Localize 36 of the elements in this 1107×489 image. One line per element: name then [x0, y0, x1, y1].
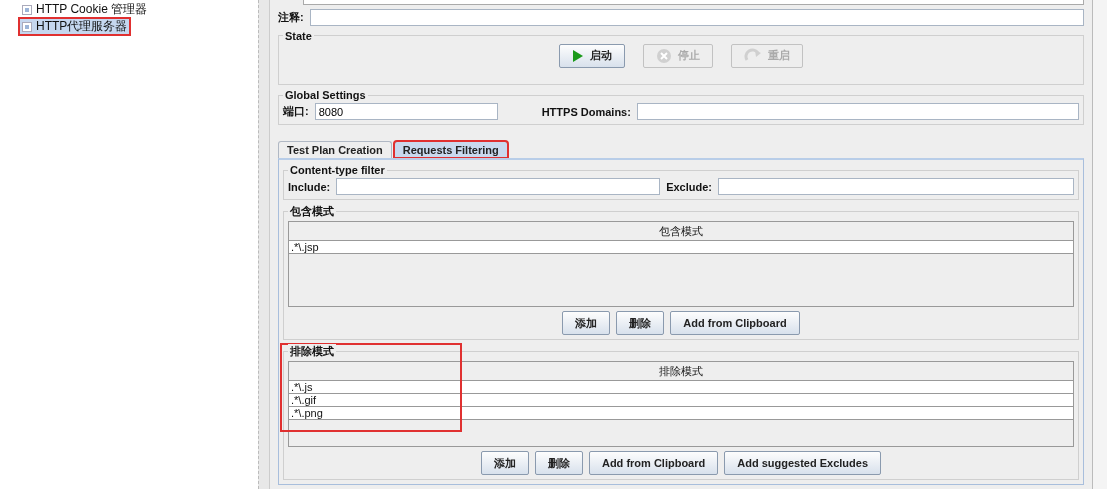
node-icon — [22, 4, 32, 15]
port-label: 端口: — [283, 104, 309, 119]
panel-title: Content-type filter — [288, 164, 387, 176]
action-button[interactable]: 删除 — [534, 451, 583, 475]
tab[interactable]: Requests Filtering — [393, 141, 508, 158]
table-cell: .*\.jsp — [289, 241, 1073, 254]
action-button[interactable]: Add suggested Excludes — [724, 451, 882, 475]
node-icon — [22, 21, 32, 32]
panel-title: Global Settings — [283, 89, 368, 101]
action-button[interactable]: Add from Clipboard — [670, 311, 800, 335]
https-label: HTTPS Domains: — [541, 105, 631, 118]
https-field[interactable] — [636, 103, 1079, 120]
tree-item[interactable]: HTTP Cookie 管理器 — [20, 2, 150, 17]
state-button[interactable]: 启动 — [559, 43, 625, 68]
action-button[interactable]: 添加 — [480, 451, 529, 475]
table-cell: .*\.png — [289, 407, 1073, 420]
include-field[interactable] — [336, 178, 661, 195]
include-label: Include: — [288, 180, 331, 193]
table-cell: .*\.gif — [289, 394, 1073, 407]
port-field[interactable]: 8080 — [314, 103, 498, 120]
stop-icon — [656, 47, 672, 64]
tree-item[interactable]: HTTP代理服务器 — [20, 19, 130, 34]
tab[interactable]: Test Plan Creation — [278, 141, 392, 158]
action-button[interactable]: 添加 — [562, 311, 611, 335]
panel-title: 排除模式 — [288, 344, 336, 359]
table-cell: .*\.js — [289, 381, 1073, 394]
panel-title: 包含模式 — [288, 204, 336, 219]
exclude-label: Exclude: — [666, 180, 712, 193]
exclude-field[interactable] — [718, 178, 1074, 195]
play-icon — [572, 48, 584, 63]
comment-field[interactable] — [309, 8, 1084, 26]
action-button[interactable]: Add from Clipboard — [588, 451, 719, 475]
comment-label: 注释: — [278, 9, 304, 25]
action-button[interactable]: 删除 — [616, 311, 665, 335]
panel-title: State — [283, 29, 314, 42]
scrollbar[interactable] — [1092, 0, 1107, 489]
